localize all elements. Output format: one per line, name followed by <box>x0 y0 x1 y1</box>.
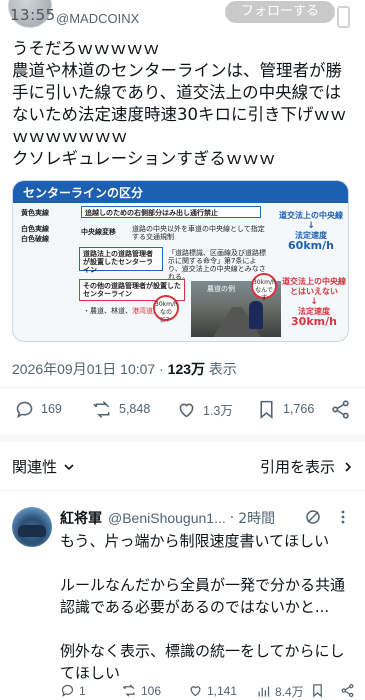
label-road-manager: 道路法上の道路管理者が設置したセンターライン <box>79 247 163 274</box>
divider-top <box>0 387 365 388</box>
reply-bookmark-button[interactable] <box>310 683 325 698</box>
author-handle[interactable]: @MADCOINX <box>56 11 139 26</box>
retweet-button[interactable]: 5,848 <box>92 394 150 424</box>
bookmark-icon <box>260 400 273 419</box>
label-center-change: 中央線変移 <box>81 228 116 236</box>
infographic-title: センターラインの区分 <box>23 186 144 200</box>
heart-icon <box>190 686 201 697</box>
tweet-text: うそだろｗｗｗｗｗ 農道や林道のセンターラインは、管理者が勝手に引いた線であり、… <box>12 39 347 168</box>
reply-views-count: 8.4万 <box>275 685 304 699</box>
bookmark-icon <box>313 684 322 698</box>
label-white-dashed: 白色破線 <box>21 235 49 243</box>
heart-icon <box>179 403 194 417</box>
like-count: 1.3万 <box>203 403 233 418</box>
top-bar: 13:55 @MADCOINX フォローする <box>0 0 365 36</box>
reply-like-button[interactable]: 1,141 <box>188 683 237 698</box>
reply-share-button[interactable] <box>340 683 355 698</box>
share-button[interactable] <box>330 394 351 424</box>
reply-retweet-button[interactable]: 106 <box>122 683 161 698</box>
desc-other-prefix: ・農道、林道、 <box>83 307 132 315</box>
speed-bottom-title: 道交法上の中央線とはいえない <box>282 277 346 296</box>
reply-avatar[interactable] <box>12 507 52 547</box>
section-separator <box>0 434 365 442</box>
reply-button[interactable]: 169 <box>14 394 62 424</box>
reply-action-bar: 1 106 1,141 8.4万 <box>60 683 360 700</box>
infographic-header: センターラインの区分 <box>13 181 348 203</box>
reply-reply-count: 1 <box>79 683 86 698</box>
label-yellow-line: 黄色実線 <box>21 209 49 217</box>
reply-like-count: 1,141 <box>207 683 238 698</box>
chevron-down-icon <box>64 463 74 470</box>
status-time: 13:55 <box>10 6 56 24</box>
share-icon <box>341 683 354 698</box>
tweet-timestamp: 2026年09月01日 10:07 <box>12 361 156 377</box>
related-bar: 関連性 引用を表示 <box>0 453 365 477</box>
retweet-icon <box>122 684 135 697</box>
label-white-solid: 白色実線 <box>21 225 49 233</box>
reply-header-icons <box>305 508 355 526</box>
speed-bottom: 道交法上の中央線とはいえない ↓ 法定速度 30km/h <box>282 277 346 328</box>
reply-views-button[interactable]: 8.4万 <box>256 683 304 700</box>
reply-author-handle[interactable]: @BeniShougun1... <box>108 510 226 526</box>
views-label: 表示 <box>208 361 237 377</box>
car-graphic <box>18 525 46 537</box>
desc-road-manager: 「道路標識、区画線及び道路標示に関する命令」第7条により、道交法上の中央線とみな… <box>168 249 266 281</box>
badge-right: 30km/h なんです <box>251 273 277 302</box>
reply-count: 169 <box>41 402 62 416</box>
tweet-meta: 2026年09月01日 10:07 · 123万 表示 <box>12 361 237 377</box>
like-button[interactable]: 1.3万 <box>176 394 233 424</box>
reply-time[interactable]: 2時間 <box>238 508 275 528</box>
badge-left: 30km/h なのに？ <box>153 295 179 324</box>
reply-separator: · <box>229 510 235 526</box>
views-icon <box>258 686 270 697</box>
view-quotes-link[interactable]: 引用を表示 <box>260 456 353 477</box>
sort-label: 関連性 <box>12 458 58 476</box>
reply-reply-button[interactable]: 1 <box>60 683 86 698</box>
tweet-image[interactable]: センターラインの区分 黄色実線 追越しのための右側部分はみ出し通行禁止 白色実線… <box>12 180 349 342</box>
reply-text: もう、片っ端から制限速度書いてほしい ルールなんだから全員が一発で分かる共通認識… <box>60 532 346 682</box>
bookmark-button[interactable]: 1,766 <box>256 394 314 424</box>
views-count: 123万 <box>167 361 206 377</box>
chevron-right-icon <box>345 461 352 472</box>
reply-icon <box>16 401 33 418</box>
view-quotes-label: 引用を表示 <box>259 458 335 476</box>
officer-figure <box>249 301 263 329</box>
speed-top-value: 60km/h <box>288 239 334 252</box>
speed-bottom-value: 30km/h <box>291 315 337 328</box>
desc-yellow-line: 追越しのための右側部分はみ出し通行禁止 <box>81 206 261 218</box>
photo-caption: 農道の例 <box>207 285 235 293</box>
reply-author-name[interactable]: 紅将軍 <box>60 508 102 528</box>
reply-icon <box>61 684 74 697</box>
speed-top: 道交法上の中央線 ↓ 法定速度 60km/h <box>275 211 347 251</box>
action-bar: 169 5,848 1.3万 1,766 <box>0 394 365 424</box>
desc-center-change: 道路の中央以外を車道の中央線として指定する交通規制 <box>132 225 265 241</box>
retweet-count: 5,848 <box>119 402 151 416</box>
divider-reply <box>0 490 365 491</box>
speed-top-title: 道交法上の中央線 <box>279 211 343 220</box>
battery-icon <box>337 6 350 28</box>
reply-retweet-count: 106 <box>141 683 162 698</box>
bookmark-count: 1,766 <box>283 402 315 416</box>
more-icon[interactable] <box>335 509 351 525</box>
retweet-icon <box>93 400 110 418</box>
share-icon <box>332 399 349 419</box>
sort-relevance-dropdown[interactable]: 関連性 <box>12 456 75 477</box>
grok-icon[interactable] <box>305 509 321 525</box>
follow-button[interactable]: フォローする <box>225 1 335 23</box>
